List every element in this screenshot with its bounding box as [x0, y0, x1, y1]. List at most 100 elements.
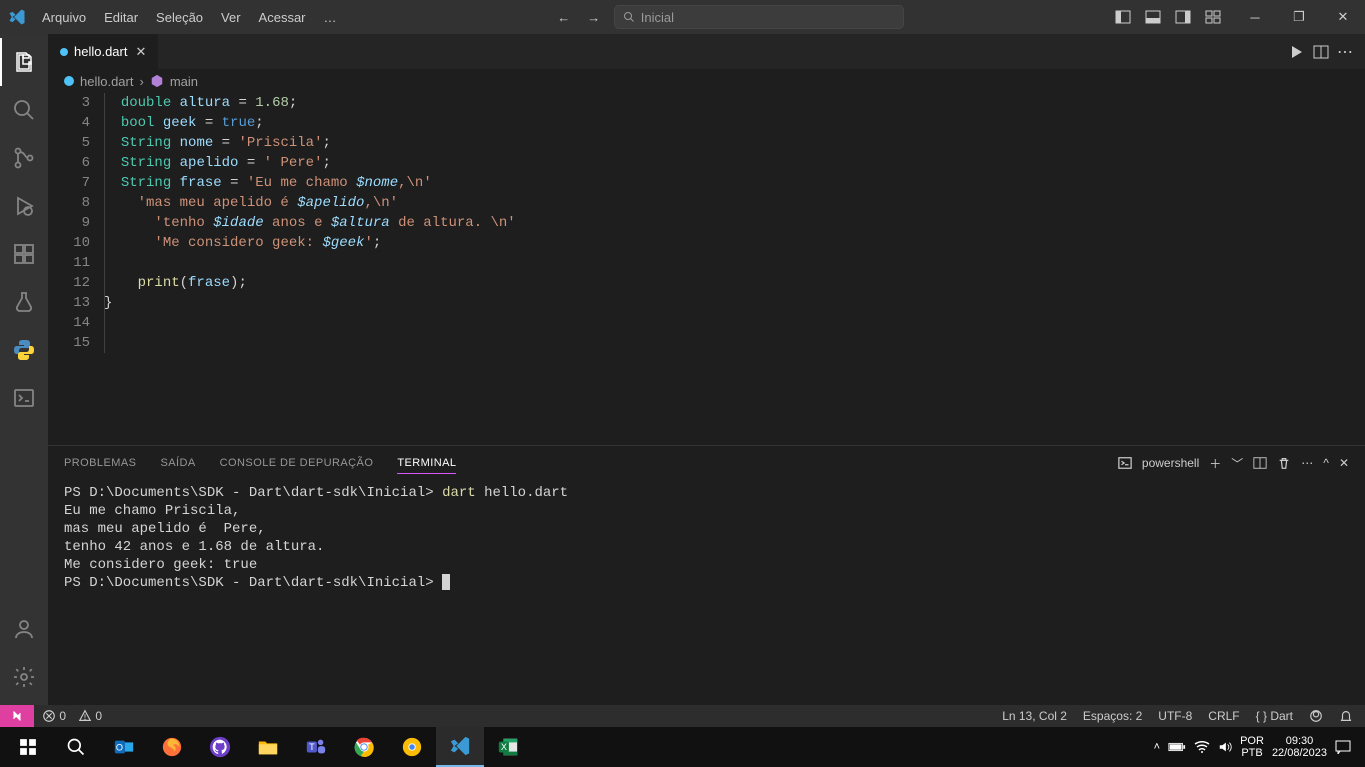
terminal-more-icon[interactable]: ⋯: [1301, 456, 1313, 470]
taskbar-teams-icon[interactable]: T: [292, 727, 340, 767]
activity-settings-icon[interactable]: [0, 653, 48, 701]
tray-battery-icon[interactable]: [1168, 741, 1186, 753]
status-notifications-icon[interactable]: [1339, 709, 1353, 723]
activity-run-debug-icon[interactable]: [0, 182, 48, 230]
svg-text:X: X: [501, 742, 507, 752]
layout-sidebar-left-icon[interactable]: [1111, 5, 1135, 29]
terminal-shell-icon[interactable]: [1118, 456, 1132, 470]
status-language[interactable]: { } Dart: [1256, 709, 1293, 723]
layout-customize-icon[interactable]: [1201, 5, 1225, 29]
tab-filename: hello.dart: [74, 44, 127, 59]
taskbar-file-explorer-icon[interactable]: [244, 727, 292, 767]
activity-accounts-icon[interactable]: [0, 605, 48, 653]
terminal-output[interactable]: PS D:\Documents\SDK - Dart\dart-sdk\Inic…: [48, 480, 1365, 705]
menu-arquivo[interactable]: Arquivo: [34, 4, 94, 31]
title-bar: Arquivo Editar Seleção Ver Acessar … ← →…: [0, 0, 1365, 34]
taskbar-chrome-canary-icon[interactable]: [388, 727, 436, 767]
panel-tab-terminal[interactable]: TERMINAL: [397, 453, 456, 474]
minimap[interactable]: [1291, 93, 1351, 173]
window-minimize-button[interactable]: ─: [1233, 0, 1277, 34]
panel-close-icon[interactable]: ✕: [1339, 456, 1349, 470]
panel-tab-bar: PROBLEMAS SAÍDA CONSOLE DE DEPURAÇÃO TER…: [48, 446, 1365, 480]
status-encoding[interactable]: UTF-8: [1158, 709, 1192, 723]
terminal-shell-label[interactable]: powershell: [1142, 456, 1199, 470]
terminal-split-icon[interactable]: [1253, 456, 1267, 470]
panel-maximize-icon[interactable]: ^: [1323, 456, 1329, 470]
dart-file-icon: [60, 48, 68, 56]
svg-text:O: O: [116, 743, 123, 753]
chevron-down-icon[interactable]: ﹀: [1231, 455, 1243, 472]
panel-tab-problemas[interactable]: PROBLEMAS: [64, 453, 136, 473]
symbol-method-icon: [150, 74, 164, 88]
status-errors[interactable]: 0: [42, 709, 66, 724]
chevron-right-icon: ›: [139, 74, 143, 89]
taskbar-search-icon[interactable]: [52, 727, 100, 767]
tab-close-icon[interactable]: ✕: [135, 44, 146, 60]
editor-scrollbar[interactable]: [1353, 93, 1365, 445]
split-editor-icon[interactable]: [1313, 44, 1329, 60]
menu-acessar[interactable]: Acessar: [251, 4, 314, 31]
vscode-logo-icon: [0, 8, 34, 26]
tray-notifications-icon[interactable]: [1335, 740, 1351, 754]
status-feedback-icon[interactable]: [1309, 709, 1323, 723]
activity-bar: [0, 34, 48, 705]
panel-tab-saida[interactable]: SAÍDA: [160, 453, 195, 473]
status-indent[interactable]: Espaços: 2: [1083, 709, 1142, 723]
run-code-icon[interactable]: [1289, 44, 1305, 60]
panel-tab-console[interactable]: CONSOLE DE DEPURAÇÃO: [220, 453, 374, 473]
window-close-button[interactable]: ✕: [1321, 0, 1365, 34]
tray-wifi-icon[interactable]: [1194, 741, 1210, 753]
activity-terminal-ext-icon[interactable]: [0, 374, 48, 422]
nav-back-icon[interactable]: ←: [552, 5, 576, 29]
status-eol[interactable]: CRLF: [1208, 709, 1239, 723]
status-bar: 0 0 Ln 13, Col 2 Espaços: 2 UTF-8 CRLF {…: [0, 705, 1365, 727]
line-number-gutter: 3456789101112131415: [48, 93, 104, 445]
layout-sidebar-right-icon[interactable]: [1171, 5, 1195, 29]
layout-panel-bottom-icon[interactable]: [1141, 5, 1165, 29]
activity-explorer-icon[interactable]: [0, 38, 48, 86]
svg-text:T: T: [309, 742, 315, 752]
menu-editar[interactable]: Editar: [96, 4, 146, 31]
windows-taskbar: O T X ˄ POR PTB 09:30 22/08/2023: [0, 727, 1365, 767]
tray-clock[interactable]: 09:30 22/08/2023: [1272, 735, 1327, 759]
activity-extensions-icon[interactable]: [0, 230, 48, 278]
taskbar-chrome-icon[interactable]: [340, 727, 388, 767]
menu-more[interactable]: …: [316, 4, 345, 31]
code-body[interactable]: double altura = 1.68; bool geek = true; …: [104, 93, 1365, 445]
menu-bar: Arquivo Editar Seleção Ver Acessar …: [34, 4, 345, 31]
taskbar-vscode-icon[interactable]: [436, 727, 484, 767]
command-center-search[interactable]: Inicial: [614, 5, 904, 29]
activity-testing-icon[interactable]: [0, 278, 48, 326]
editor-tab-hello-dart[interactable]: hello.dart ✕: [48, 34, 159, 69]
terminal-new-icon[interactable]: ＋: [1209, 455, 1221, 472]
status-cursor[interactable]: Ln 13, Col 2: [1002, 709, 1067, 723]
tray-language[interactable]: POR PTB: [1240, 735, 1264, 759]
breadcrumb-symbol: main: [170, 74, 198, 89]
activity-search-icon[interactable]: [0, 86, 48, 134]
breadcrumb[interactable]: hello.dart › main: [48, 69, 1365, 93]
code-editor[interactable]: 3456789101112131415 double altura = 1.68…: [48, 93, 1365, 445]
terminal-kill-icon[interactable]: [1277, 456, 1291, 470]
nav-forward-icon[interactable]: →: [582, 5, 606, 29]
taskbar-start-icon[interactable]: [4, 727, 52, 767]
window-restore-button[interactable]: ❐: [1277, 0, 1321, 34]
taskbar-github-icon[interactable]: [196, 727, 244, 767]
tray-volume-icon[interactable]: [1218, 740, 1232, 754]
breadcrumb-file: hello.dart: [80, 74, 133, 89]
taskbar-excel-icon[interactable]: X: [484, 727, 532, 767]
remote-indicator[interactable]: [0, 705, 34, 727]
system-tray: ˄ POR PTB 09:30 22/08/2023: [1154, 735, 1361, 759]
taskbar-outlook-icon[interactable]: O: [100, 727, 148, 767]
editor-tab-bar: hello.dart ✕ ⋯: [48, 34, 1365, 69]
status-warnings[interactable]: 0: [78, 709, 102, 724]
tray-overflow-icon[interactable]: ˄: [1154, 741, 1160, 753]
editor-more-icon[interactable]: ⋯: [1337, 42, 1353, 62]
activity-python-icon[interactable]: [0, 326, 48, 374]
search-icon: [623, 11, 635, 23]
bottom-panel: PROBLEMAS SAÍDA CONSOLE DE DEPURAÇÃO TER…: [48, 445, 1365, 705]
menu-selecao[interactable]: Seleção: [148, 4, 211, 31]
menu-ver[interactable]: Ver: [213, 4, 249, 31]
activity-source-control-icon[interactable]: [0, 134, 48, 182]
taskbar-firefox-icon[interactable]: [148, 727, 196, 767]
search-placeholder: Inicial: [641, 10, 674, 25]
